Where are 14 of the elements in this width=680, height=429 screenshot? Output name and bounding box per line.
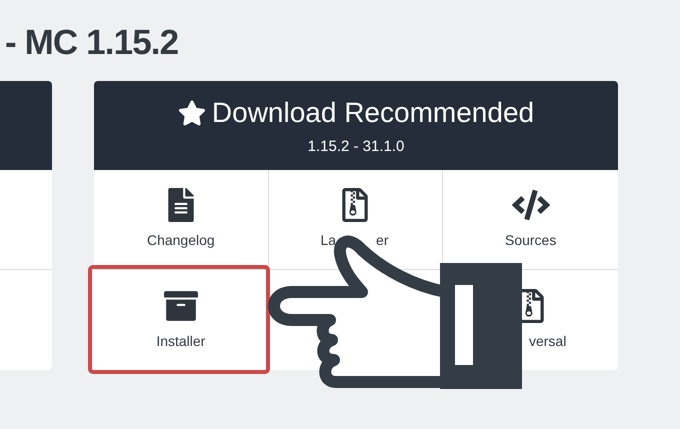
code-icon bbox=[512, 188, 550, 222]
option-link[interactable]: Changelog bbox=[146, 230, 215, 251]
zip-file-icon bbox=[342, 188, 368, 222]
option-link[interactable]: versal bbox=[528, 330, 566, 352]
document-icon bbox=[168, 188, 194, 222]
option-link[interactable]: Sources bbox=[504, 230, 556, 251]
option-link[interactable]: La bbox=[320, 230, 336, 251]
box-icon bbox=[164, 288, 198, 322]
option-link[interactable]: er bbox=[376, 230, 388, 251]
star-icon bbox=[178, 99, 206, 128]
version-text: 1.15.2 - 31.1.0 bbox=[308, 137, 404, 158]
page-title: - MC 1.15.2 bbox=[5, 22, 178, 64]
card-title: Download Recommended bbox=[212, 96, 534, 130]
option-link[interactable]: Installer bbox=[156, 330, 206, 352]
